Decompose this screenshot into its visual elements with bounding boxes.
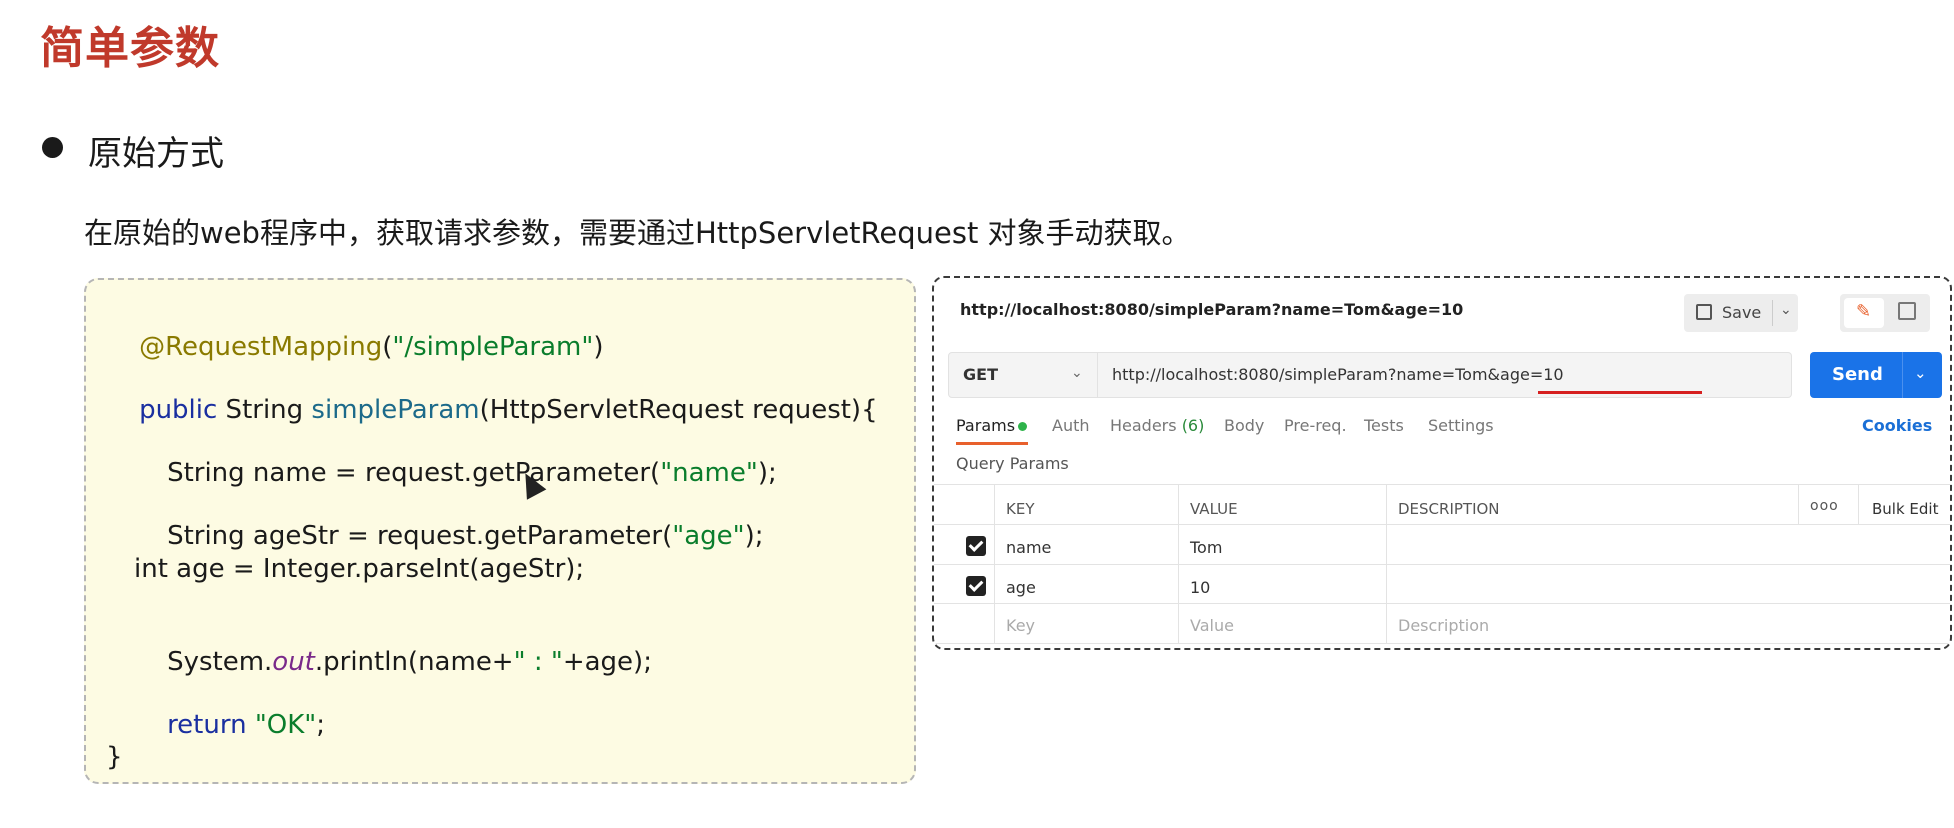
divider <box>1772 300 1773 326</box>
string-token: "/simpleParam" <box>392 332 594 362</box>
request-title: http://localhost:8080/simpleParam?name=T… <box>960 300 1464 319</box>
code-token: ); <box>744 521 764 551</box>
save-label: Save <box>1722 303 1762 322</box>
static-field-token: out <box>272 647 315 677</box>
params-active-dot <box>1018 422 1027 431</box>
page-title: 简单参数 <box>40 23 220 74</box>
divider <box>934 643 1950 644</box>
divider <box>1858 484 1859 524</box>
paren-token: ) <box>593 332 604 362</box>
pencil-icon: ✎ <box>1856 301 1872 322</box>
send-button[interactable]: Send ⌄ <box>1810 352 1942 398</box>
code-line-8: } <box>106 742 123 772</box>
method-select[interactable]: GET ⌄ <box>948 352 1098 398</box>
query-highlight-underline <box>1538 391 1702 394</box>
code-token: .println(name+ <box>314 647 514 677</box>
tab-headers-label: Headers <box>1110 416 1177 435</box>
divider <box>1902 352 1903 398</box>
annotation-token: @RequestMapping <box>139 332 383 362</box>
new-description-input[interactable]: Description <box>1398 616 1489 635</box>
divider <box>934 524 1950 525</box>
method-name-token: simpleParam <box>311 395 480 425</box>
code-box: @RequestMapping("/simpleParam") public S… <box>84 278 916 784</box>
paren-token: ( <box>382 332 393 362</box>
keyword-token: public <box>139 395 218 425</box>
new-key-input[interactable]: Key <box>1006 616 1035 635</box>
row-checkbox[interactable] <box>966 576 986 596</box>
params-token: (HttpServletRequest request){ <box>479 395 878 425</box>
tab-settings[interactable]: Settings <box>1428 416 1494 435</box>
headers-count: (6) <box>1181 416 1205 435</box>
param-key-cell[interactable]: name <box>1006 538 1051 557</box>
bullet-heading: 原始方式 <box>88 134 224 174</box>
divider <box>1386 484 1387 644</box>
save-icon <box>1696 304 1712 320</box>
tab-tests[interactable]: Tests <box>1364 416 1404 435</box>
params-table: KEY VALUE DESCRIPTION ooo Bulk Edit name… <box>934 484 1950 644</box>
divider <box>1178 484 1179 644</box>
param-value-cell[interactable]: Tom <box>1190 538 1222 557</box>
tab-auth[interactable]: Auth <box>1052 416 1090 435</box>
description-text: 在原始的web程序中，获取请求参数，需要通过HttpServletRequest… <box>84 216 1191 250</box>
divider <box>934 564 1950 565</box>
row-checkbox[interactable] <box>966 536 986 556</box>
tab-headers[interactable]: Headers (6) <box>1110 416 1204 435</box>
string-token: "OK" <box>246 710 317 740</box>
save-button[interactable]: Save ⌄ <box>1684 294 1798 332</box>
postman-panel: http://localhost:8080/simpleParam?name=T… <box>932 276 1952 650</box>
divider <box>934 484 1950 485</box>
param-key-cell[interactable]: age <box>1006 578 1036 597</box>
documentation-icon[interactable] <box>1898 302 1916 320</box>
bulk-edit-button[interactable]: Bulk Edit <box>1872 500 1938 518</box>
divider <box>994 484 995 644</box>
url-input[interactable]: http://localhost:8080/simpleParam?name=T… <box>1098 352 1792 398</box>
bullet-dot <box>42 137 63 158</box>
cookies-link[interactable]: Cookies <box>1862 416 1932 435</box>
keyword-token: return <box>167 710 247 740</box>
code-line-7: return "OK"; <box>134 680 325 770</box>
divider <box>934 603 1950 604</box>
type-token: String <box>217 395 312 425</box>
code-token: String ageStr = request.getParameter( <box>167 521 673 551</box>
url-text: http://localhost:8080/simpleParam?name=T… <box>1112 365 1564 384</box>
tab-prereq[interactable]: Pre-req. <box>1284 416 1347 435</box>
code-token: String name = request.getParameter( <box>167 458 661 488</box>
code-token: ; <box>316 710 326 740</box>
column-header-key: KEY <box>1006 500 1035 518</box>
code-token: +age); <box>562 647 652 677</box>
tab-params[interactable]: Params <box>956 416 1015 435</box>
code-line-5: int age = Integer.parseInt(ageStr); <box>134 554 585 584</box>
tab-body[interactable]: Body <box>1224 416 1264 435</box>
column-header-description: DESCRIPTION <box>1398 500 1500 518</box>
method-label: GET <box>963 365 998 384</box>
chevron-down-icon[interactable]: ⌄ <box>1914 364 1927 382</box>
chevron-down-icon[interactable]: ⌄ <box>1780 302 1792 318</box>
code-token: System. <box>167 647 273 677</box>
string-token: "age" <box>672 521 745 551</box>
chevron-down-icon: ⌄ <box>1071 365 1083 381</box>
code-token: ); <box>757 458 777 488</box>
send-label: Send <box>1832 364 1883 385</box>
edit-button[interactable]: ✎ <box>1844 298 1884 328</box>
tab-params-underline <box>956 442 1028 445</box>
query-params-label: Query Params <box>956 454 1069 473</box>
param-value-cell[interactable]: 10 <box>1190 578 1210 597</box>
more-options-icon[interactable]: ooo <box>1810 498 1839 514</box>
view-toggle-group: ✎ <box>1840 294 1930 332</box>
string-token: " : " <box>513 647 563 677</box>
divider <box>1798 484 1799 524</box>
string-token: "name" <box>660 458 758 488</box>
column-header-value: VALUE <box>1190 500 1238 518</box>
new-value-input[interactable]: Value <box>1190 616 1234 635</box>
